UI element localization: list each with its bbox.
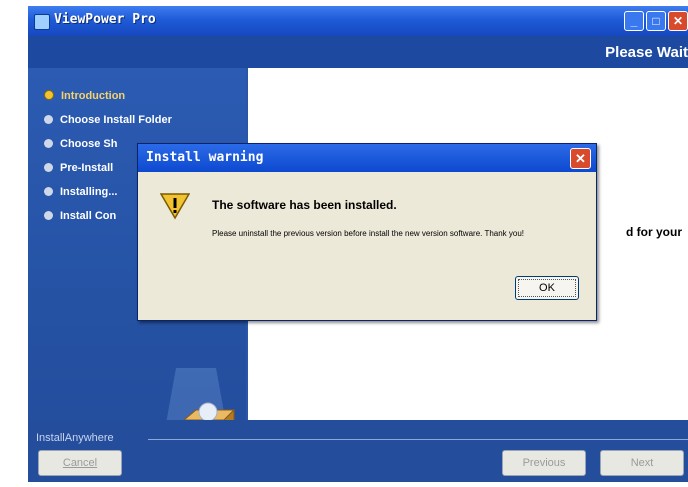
step-bullet-icon [44, 187, 53, 196]
step-introduction: Introduction [44, 90, 125, 108]
step-bullet-icon [44, 163, 53, 172]
maximize-button[interactable]: □ [646, 11, 666, 31]
please-wait-heading: Please Wait [605, 44, 688, 61]
step-choose-shortcut: Choose Sh [44, 138, 117, 156]
dialog-heading: The software has been installed. [212, 198, 397, 212]
header-strip: Please Wait [28, 36, 688, 68]
warning-icon [160, 193, 190, 220]
focus-outline [518, 279, 576, 297]
next-button[interactable]: Next [600, 450, 684, 476]
dialog-title-bar[interactable]: Install warning ✕ [138, 144, 596, 172]
install-warning-dialog: Install warning ✕ The software has been … [137, 143, 597, 321]
step-installing: Installing... [44, 186, 117, 204]
step-bullet-icon [44, 115, 53, 124]
title-bar[interactable]: ViewPower Pro _ □ ✕ [28, 6, 688, 36]
step-label: Install Con [60, 210, 117, 222]
dialog-title: Install warning [146, 150, 264, 165]
step-bullet-icon [44, 139, 53, 148]
window-title: ViewPower Pro [54, 12, 156, 27]
step-current-icon [44, 90, 54, 100]
step-label: Introduction [61, 90, 126, 102]
footer-divider [148, 439, 688, 440]
dialog-close-button[interactable]: ✕ [570, 148, 591, 169]
app-icon [34, 14, 50, 30]
previous-button[interactable]: Previous [502, 450, 586, 476]
step-label: Choose Install Folder [60, 114, 172, 126]
step-choose-install-folder: Choose Install Folder [44, 114, 172, 132]
installanywhere-brand: InstallAnywhere [36, 432, 114, 444]
ok-button[interactable]: OK [515, 276, 579, 300]
step-label: Choose Sh [60, 138, 118, 150]
content-text: d for your [626, 225, 682, 239]
minimize-button[interactable]: _ [624, 11, 644, 31]
close-button[interactable]: ✕ [668, 11, 688, 31]
step-label: Installing... [60, 186, 118, 198]
step-install-complete: Install Con [44, 210, 116, 228]
dialog-message: Please uninstall the previous version be… [212, 229, 525, 238]
cancel-button[interactable]: Cancel [38, 450, 122, 476]
step-bullet-icon [44, 211, 53, 220]
step-label: Pre-Install [60, 162, 114, 174]
step-pre-install: Pre-Install [44, 162, 113, 180]
footer-bar: InstallAnywhere Cancel Previous Next [28, 420, 688, 482]
